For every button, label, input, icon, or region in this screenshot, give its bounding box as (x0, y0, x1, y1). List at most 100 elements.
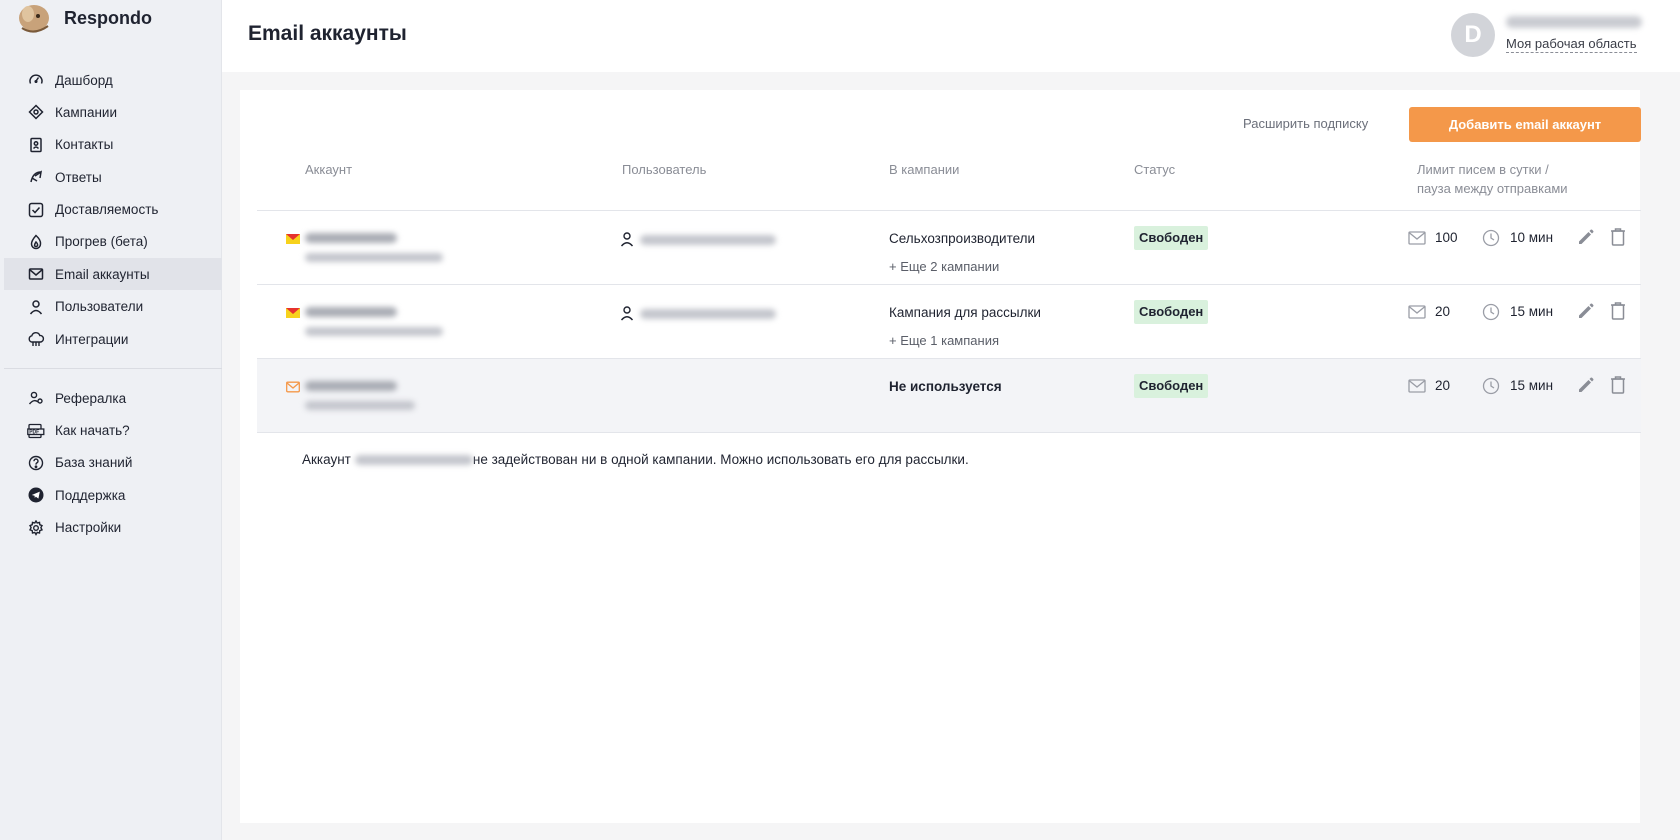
main-nav: Дашборд Кампании Контакты Ответы Доставл… (4, 64, 222, 544)
svg-text:PDF: PDF (29, 429, 39, 435)
workspace-link[interactable]: Моя рабочая область (1506, 36, 1637, 53)
generic-mail-icon (286, 380, 300, 393)
send-pause: 10 мин (1510, 230, 1554, 245)
user-icon (620, 231, 634, 247)
sidebar-item-label: Контакты (55, 137, 114, 153)
table-row[interactable]: Не используется Свободен 20 15 мин (257, 359, 1641, 433)
column-header-limit-line2: пауза между отправками (1417, 181, 1568, 196)
brand[interactable]: Respondo (14, 0, 152, 40)
notice-email-redacted (354, 454, 473, 465)
user-email-redacted (1506, 16, 1642, 28)
yandex-mail-icon (286, 306, 300, 318)
cloud-icon (27, 330, 45, 348)
pdf-icon: PDF (27, 422, 45, 440)
sidebar: Respondo Дашборд Кампании Контакты Ответ… (0, 0, 222, 840)
brand-name: Respondo (64, 7, 152, 28)
sidebar-item-label: Ответы (55, 169, 102, 185)
sidebar-item-dashboard[interactable]: Дашборд (4, 64, 222, 96)
column-header-limit-line1: Лимит писем в сутки / (1417, 162, 1549, 177)
user-icon (27, 298, 45, 316)
sidebar-item-label: Дашборд (55, 72, 113, 88)
account-email-redacted (305, 327, 443, 336)
send-pause: 15 мин (1510, 304, 1554, 319)
status-badge: Свободен (1134, 300, 1209, 324)
sidebar-item-integrations[interactable]: Интеграции (4, 323, 222, 355)
more-campaigns-link[interactable]: + Еще 2 кампании (889, 259, 999, 274)
campaign-name[interactable]: Кампания для рассылки (889, 305, 1041, 320)
edit-pencil-icon[interactable] (1576, 375, 1596, 395)
sidebar-item-campaigns[interactable]: Кампании (4, 96, 222, 128)
campaign-name: Не используется (889, 379, 1002, 394)
account-name-redacted (305, 381, 397, 391)
table-row[interactable]: Сельхозпроизводители + Еще 2 кампании Св… (257, 211, 1641, 285)
edit-pencil-icon[interactable] (1576, 301, 1596, 321)
mail-icon (27, 265, 45, 283)
user-icon (620, 305, 634, 321)
daily-limit: 100 (1435, 230, 1458, 245)
mail-icon (1408, 305, 1426, 319)
top-header: Email аккаунты D Моя рабочая область (222, 0, 1680, 72)
sidebar-item-warmup[interactable]: Прогрев (бета) (4, 226, 222, 258)
sidebar-item-settings[interactable]: Настройки (4, 512, 222, 544)
clock-icon (1482, 377, 1500, 395)
mail-icon (1408, 379, 1426, 393)
sidebar-item-contacts[interactable]: Контакты (4, 129, 222, 161)
sidebar-item-label: Прогрев (бета) (55, 234, 148, 250)
daily-limit: 20 (1435, 304, 1451, 319)
user-email-redacted (640, 309, 776, 319)
sidebar-item-getting-started[interactable]: PDF Как начать? (4, 415, 222, 447)
respondo-logo-icon (14, 0, 54, 33)
clock-icon (1482, 303, 1500, 321)
sidebar-item-label: Как начать? (55, 423, 130, 439)
extend-subscription-link[interactable]: Расширить подписку (1243, 116, 1368, 131)
edit-pencil-icon[interactable] (1576, 227, 1596, 247)
add-email-account-button[interactable]: Добавить email аккаунт (1409, 107, 1641, 142)
trash-icon[interactable] (1609, 227, 1627, 247)
referral-icon (27, 389, 45, 407)
sidebar-item-support[interactable]: Поддержка (4, 479, 222, 511)
more-campaigns-link[interactable]: + Еще 1 кампания (889, 333, 999, 348)
sidebar-item-label: Пользователи (55, 299, 144, 315)
campaigns-icon (27, 103, 45, 121)
column-header-status: Статус (1134, 162, 1176, 177)
accounts-card: Расширить подписку Добавить email аккаун… (240, 90, 1641, 823)
warmup-flame-icon (27, 233, 45, 251)
table-row[interactable]: Кампания для рассылки + Еще 1 кампания С… (257, 285, 1641, 359)
campaign-name[interactable]: Сельхозпроизводители (889, 231, 1035, 246)
clock-icon (1482, 229, 1500, 247)
sidebar-item-knowledge-base[interactable]: База знаний (4, 447, 222, 479)
sidebar-item-label: Настройки (55, 520, 122, 536)
trash-icon[interactable] (1609, 301, 1627, 321)
unused-account-notice: Аккаунт не задействован ни в одной кампа… (302, 452, 969, 467)
user-email-redacted (640, 235, 776, 245)
status-badge: Свободен (1134, 374, 1209, 398)
sidebar-item-email-accounts[interactable]: Email аккаунты (4, 258, 222, 291)
sidebar-item-users[interactable]: Пользователи (4, 291, 222, 323)
notice-suffix: не задействован ни в одной кампании. Мож… (472, 452, 969, 467)
notice-prefix: Аккаунт (302, 452, 351, 467)
daily-limit: 20 (1435, 378, 1451, 393)
sidebar-item-label: Рефералка (55, 390, 127, 406)
gear-icon (27, 519, 45, 537)
page-title: Email аккаунты (248, 22, 407, 45)
sidebar-item-label: Email аккаунты (55, 266, 150, 282)
sidebar-item-replies[interactable]: Ответы (4, 161, 222, 193)
status-badge: Свободен (1134, 226, 1209, 250)
account-name-redacted (305, 307, 397, 317)
sidebar-item-label: Доставляемость (55, 202, 159, 218)
sidebar-item-referral[interactable]: Рефералка (4, 382, 222, 414)
sidebar-divider (4, 368, 222, 370)
replies-icon (27, 168, 45, 186)
column-header-user: Пользователь (622, 162, 707, 177)
column-header-account: Аккаунт (305, 162, 353, 177)
account-name-redacted (305, 233, 397, 243)
sidebar-item-label: Кампании (55, 104, 118, 120)
avatar[interactable]: D (1451, 13, 1495, 57)
sidebar-item-deliverability[interactable]: Доставляемость (4, 194, 222, 226)
deliverability-icon (27, 201, 45, 219)
account-email-redacted (305, 401, 415, 410)
mail-icon (1408, 231, 1426, 245)
trash-icon[interactable] (1609, 375, 1627, 395)
account-email-redacted (305, 253, 443, 262)
help-icon (27, 454, 45, 472)
